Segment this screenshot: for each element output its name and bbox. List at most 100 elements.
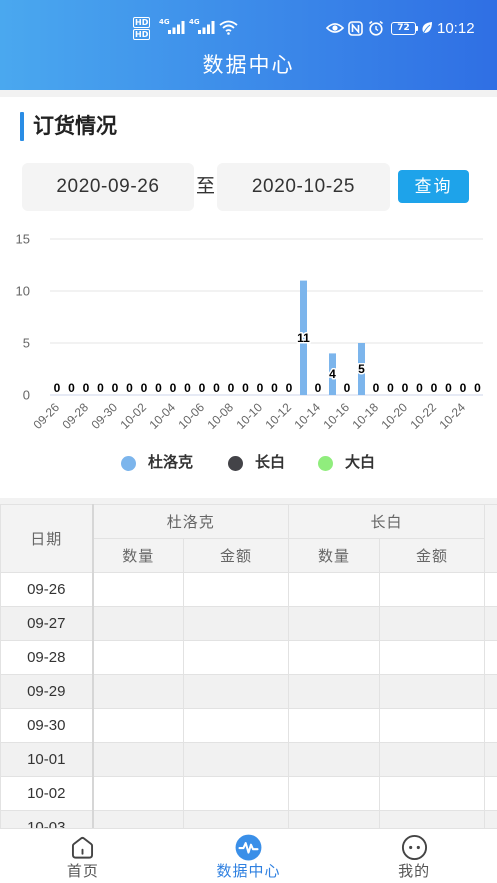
table-row: 09-26 (0, 572, 497, 607)
group-1-amount-cell (182, 776, 290, 811)
x-tick-label: 10-10 (234, 400, 266, 432)
start-date-field[interactable]: 2020-09-26 (22, 163, 194, 211)
order-table[interactable]: 日期 杜洛克 长白 数量 金额 数量 金额 09-26 09-27 09-28 09-… (0, 504, 497, 828)
group-2-quantity-header: 数量 (288, 538, 381, 573)
page-title: 数据中心 (202, 54, 295, 77)
nav-label-profile: 我的 (398, 863, 431, 880)
alarm-icon (369, 20, 383, 36)
battery-icon: 72 (391, 22, 416, 35)
date-header: 日期 (0, 504, 94, 573)
group-1-quantity-header: 数量 (92, 538, 184, 573)
data-label: 0 (387, 381, 394, 395)
x-tick-label: 10-06 (176, 400, 208, 432)
row-date-cell: 09-26 (0, 572, 94, 607)
legend-dot (228, 455, 243, 471)
group-1-quantity-cell (92, 640, 184, 675)
x-tick-label: 10-02 (118, 400, 150, 432)
x-tick-label: 10-12 (263, 400, 295, 432)
data-label: 0 (213, 381, 220, 395)
data-label: 0 (228, 381, 235, 395)
group-2-amount-cell (379, 810, 486, 828)
y-tick-label: 5 (23, 336, 30, 351)
group-2-amount-cell (379, 674, 486, 709)
data-label: 0 (68, 381, 75, 395)
data-label: 0 (402, 381, 409, 395)
section-title: 订货情况 (33, 115, 117, 138)
table-header-row: 日期 杜洛克 长白 (0, 504, 497, 573)
data-label: 0 (460, 381, 467, 395)
x-tick-label: 10-22 (408, 400, 440, 432)
group-2-quantity-cell (288, 674, 381, 709)
bottom-nav: 首页 数据中心 我的 (0, 828, 497, 883)
data-label: 0 (170, 381, 177, 395)
data-label: 11 (297, 331, 310, 345)
query-button[interactable]: 查询 (398, 170, 469, 203)
group-2-quantity-cell (288, 606, 381, 641)
overflow-cell (484, 742, 497, 777)
group-1-quantity-cell (92, 708, 184, 743)
x-tick-label: 10-04 (147, 400, 179, 432)
home-icon (72, 836, 94, 859)
legend-item-series-3[interactable]: 大白 (318, 453, 375, 473)
data-label: 0 (315, 381, 322, 395)
data-label: 0 (184, 381, 191, 395)
group-1-amount-cell (182, 708, 290, 743)
table-row: 09-27 (0, 606, 497, 641)
group-2-amount-cell (379, 572, 486, 607)
data-label: 0 (257, 381, 264, 395)
wifi-icon (219, 20, 238, 35)
group-2-quantity-cell (288, 742, 381, 777)
overflow-cell (484, 640, 497, 675)
hd-badge-2: HD (133, 29, 151, 40)
profile-icon (401, 834, 427, 861)
group-2-amount-cell (379, 742, 486, 777)
table-row: 10-01 (0, 742, 497, 777)
nav-label-data-center: 数据中心 (216, 863, 281, 880)
eye-icon (326, 23, 344, 33)
data-label: 0 (431, 381, 438, 395)
data-label: 0 (97, 381, 104, 395)
table-row: 09-28 (0, 640, 497, 675)
group-2-quantity-cell (288, 572, 381, 607)
x-tick-label: 10-18 (350, 400, 382, 432)
date-separator: 至 (195, 176, 215, 197)
row-date-cell: 10-03 (0, 810, 94, 828)
legend-item-series-2[interactable]: 长白 (228, 453, 285, 473)
x-tick-label: 10-24 (437, 400, 469, 432)
group-2-amount-cell (379, 776, 486, 811)
nav-item-data-center[interactable]: 数据中心 (166, 829, 332, 883)
nav-item-home[interactable]: 首页 (0, 829, 166, 883)
data-label: 0 (474, 381, 481, 395)
data-label: 0 (155, 381, 162, 395)
end-date-field[interactable]: 2020-10-25 (217, 163, 390, 211)
x-tick-label: 10-20 (379, 400, 411, 432)
data-label: 4 (329, 367, 336, 381)
legend-dot (121, 455, 136, 471)
y-tick-label: 0 (23, 388, 30, 403)
row-date-cell: 09-30 (0, 708, 94, 743)
x-tick-label: 09-30 (89, 400, 121, 432)
legend-label: 杜洛克 (148, 454, 194, 471)
x-tick-label: 09-28 (60, 400, 92, 432)
table-row: 09-29 (0, 674, 497, 709)
nav-item-profile[interactable]: 我的 (331, 829, 497, 883)
data-label: 0 (83, 381, 90, 395)
overflow-cell (484, 776, 497, 811)
pulse-icon (235, 834, 262, 861)
data-label: 0 (271, 381, 278, 395)
legend-item-series-1[interactable]: 杜洛克 (121, 453, 193, 473)
overflow-cell (484, 572, 497, 607)
data-label: 0 (416, 381, 423, 395)
legend-label: 大白 (345, 454, 376, 471)
group-1-quantity-cell (92, 810, 184, 828)
signal-icon (168, 21, 185, 34)
row-date-cell: 09-27 (0, 606, 94, 641)
group-2-quantity-cell (288, 776, 381, 811)
group-2-amount-cell (379, 640, 486, 675)
signal-icon (198, 21, 215, 34)
table-body: 09-26 09-27 09-28 09-29 09-30 10-01 10-02 10-03 (0, 572, 497, 828)
legend-label: 长白 (255, 454, 286, 471)
group-2-quantity-cell (288, 810, 381, 828)
status-time: 10:12 (437, 20, 475, 37)
order-table-grid: 日期 杜洛克 长白 数量 金额 数量 金额 09-26 09-27 09-28 09-… (0, 504, 497, 828)
